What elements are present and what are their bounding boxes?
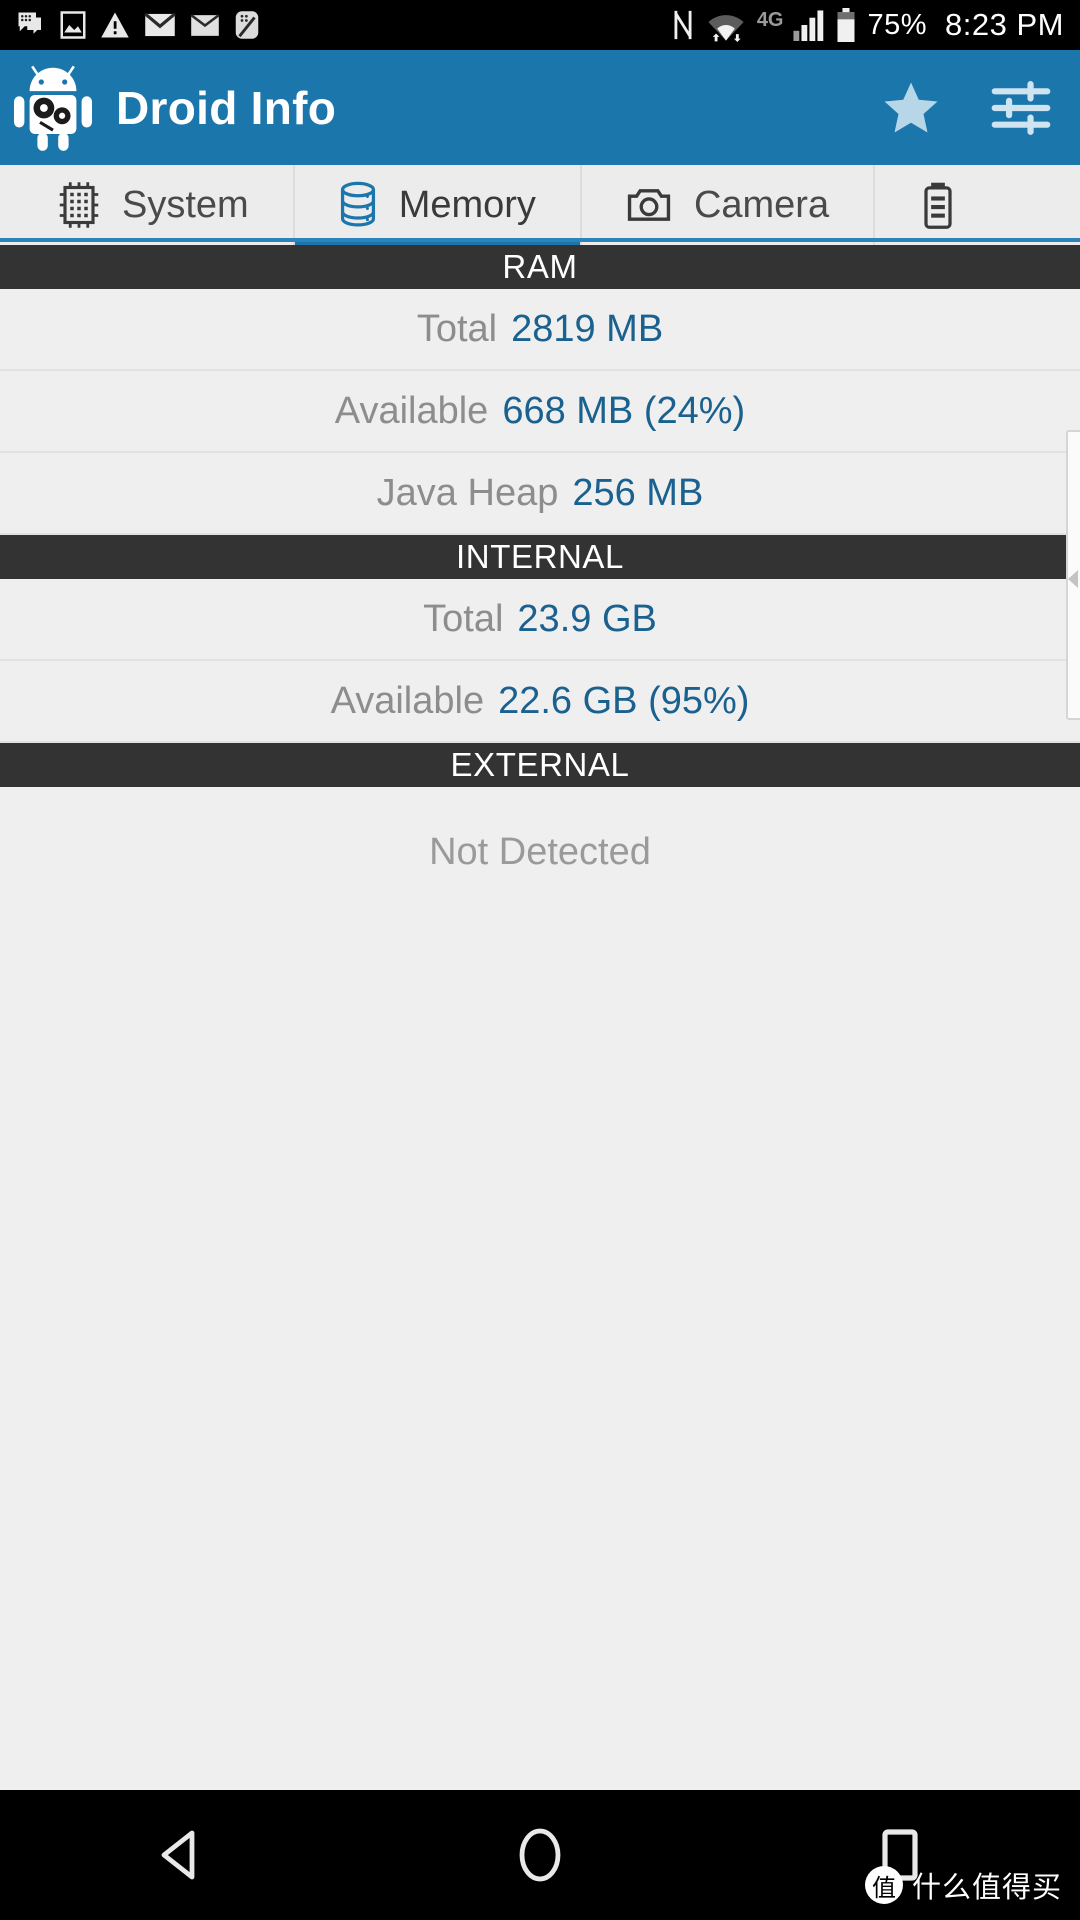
row-label: Total (416, 307, 498, 350)
camera-icon (627, 189, 671, 221)
tab-label: System (122, 183, 249, 226)
section-title: RAM (502, 248, 578, 285)
row-value: 2819 MB (511, 307, 664, 350)
tab-camera[interactable]: Camera (579, 165, 873, 245)
nav-home-button[interactable] (360, 1827, 720, 1883)
table-row: Java Heap 256 MB (0, 453, 1080, 535)
watermark: 值 什么值得买 (864, 1864, 1062, 1906)
section-header-external: EXTERNAL (0, 743, 1080, 787)
table-row: Total 2819 MB (0, 289, 1080, 371)
battery-icon (837, 8, 854, 42)
app-bar-actions (880, 78, 1052, 138)
message-icon (18, 12, 41, 34)
app-notification-icon (235, 11, 259, 39)
home-circle-icon (519, 1828, 561, 1882)
empty-state-text: Not Detected (429, 830, 651, 873)
cpu-chip-icon (59, 182, 99, 228)
tab-label: Memory (398, 183, 536, 226)
external-empty-state: Not Detected (0, 787, 1080, 917)
app-bar: Droid Info (0, 50, 1080, 165)
star-icon[interactable] (880, 78, 942, 138)
row-label: Available (330, 679, 485, 722)
section-title: INTERNAL (456, 538, 624, 575)
section-title: EXTERNAL (450, 746, 630, 783)
row-label: Java Heap (376, 471, 559, 514)
table-row: Total 23.9 GB (0, 579, 1080, 661)
network-type-label: 4G (756, 9, 784, 31)
section-header-internal: INTERNAL (0, 535, 1080, 579)
row-label: Total (423, 597, 504, 640)
table-row: Available 668 MB (24%) (0, 371, 1080, 453)
android-navigation-bar: 值 什么值得买 (0, 1790, 1080, 1920)
status-bar: 4G 75% 8:23 PM (0, 0, 1080, 50)
row-value: 668 MB (24%) (502, 389, 746, 432)
tab-bar[interactable]: System Memory Camera (0, 165, 1080, 245)
back-triangle-icon (161, 1830, 195, 1880)
android-gears-logo (14, 65, 92, 151)
mail-outline-icon (190, 13, 220, 36)
wifi-icon (708, 15, 744, 42)
memory-content: RAM Total 2819 MB Available 668 MB (24%)… (0, 245, 1080, 1790)
watermark-text: 什么值得买 (911, 1870, 1062, 1904)
table-row: Available 22.6 GB (95%) (0, 661, 1080, 743)
image-icon (60, 11, 86, 39)
tab-system[interactable]: System (0, 165, 293, 245)
scroll-arrow-icon (1068, 570, 1078, 588)
nfc-icon (674, 10, 692, 40)
status-bar-system-icons: 4G 75% 8:23 PM (671, 7, 1064, 43)
watermark-logo: 值 (864, 1866, 903, 1904)
tab-battery[interactable] (873, 165, 1023, 245)
database-icon (340, 181, 375, 227)
status-bar-notification-icons (16, 10, 260, 40)
mail-filled-icon (144, 12, 176, 37)
battery-tab-icon (924, 182, 952, 229)
row-label: Available (334, 389, 489, 432)
clock-label: 8:23 PM (945, 7, 1064, 42)
page-title: Droid Info (116, 81, 337, 134)
signal-icon (792, 10, 823, 41)
section-header-ram: RAM (0, 245, 1080, 289)
warning-icon (101, 12, 129, 38)
row-value: 256 MB (572, 471, 704, 514)
row-value: 23.9 GB (517, 597, 657, 640)
phone-screen: 4G 75% 8:23 PM Droid Info System Memory … (0, 0, 1080, 1920)
tab-bar-baseline (0, 238, 1080, 242)
tab-label: Camera (693, 183, 830, 226)
tune-sliders-icon[interactable] (990, 79, 1052, 137)
nav-back-button[interactable] (0, 1829, 360, 1881)
battery-percent-label: 75% (867, 8, 928, 41)
tab-memory[interactable]: Memory (292, 165, 580, 245)
row-value: 22.6 GB (95%) (498, 679, 750, 722)
